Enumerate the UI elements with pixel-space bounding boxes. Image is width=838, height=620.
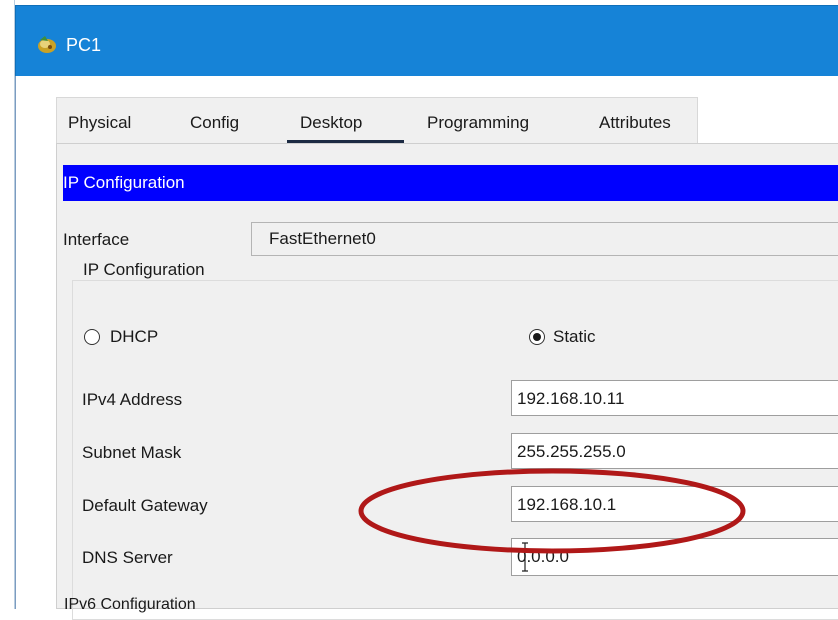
group-title: IP Configuration <box>79 260 209 280</box>
client-area: Physical Config Desktop Programming Attr… <box>15 76 838 620</box>
subnet-mask-label: Subnet Mask <box>82 443 182 462</box>
static-label[interactable]: Static <box>553 327 596 347</box>
dhcp-radio[interactable] <box>84 329 100 345</box>
ipv4-address-input[interactable]: 192.168.10.11 <box>511 380 838 416</box>
pc-app-icon <box>38 36 56 53</box>
dns-server-label: DNS Server <box>82 548 173 567</box>
radio-selected-dot <box>533 333 541 341</box>
title-bar[interactable]: PC1 <box>15 5 838 76</box>
tab-programming[interactable]: Programming <box>427 113 529 133</box>
static-radio[interactable] <box>529 329 545 345</box>
tab-desktop[interactable]: Desktop <box>300 113 362 133</box>
default-gateway-value: 192.168.10.1 <box>517 495 617 514</box>
tab-config[interactable]: Config <box>190 113 239 133</box>
ipv6-configuration-label-partial: IPv6 Configuration <box>64 596 196 613</box>
default-gateway-label: Default Gateway <box>82 496 208 515</box>
window-title: PC1 <box>66 35 102 55</box>
tab-attributes[interactable]: Attributes <box>599 113 671 133</box>
ipv4-address-value: 192.168.10.11 <box>517 389 625 408</box>
dhcp-label[interactable]: DHCP <box>110 327 158 347</box>
dns-server-input[interactable]: 0.0.0.0 <box>511 538 838 576</box>
ipv4-address-label: IPv4 Address <box>82 390 183 409</box>
subnet-mask-value: 255.255.255.0 <box>517 442 626 461</box>
tab-strip: Physical Config Desktop Programming Attr… <box>56 97 698 144</box>
interface-value: FastEthernet0 <box>269 229 376 248</box>
interface-select[interactable]: FastEthernet0 <box>251 222 838 256</box>
window-left-edge <box>0 0 15 609</box>
pc1-window: PC1 Physical Config Desktop Programming … <box>0 0 838 620</box>
interface-label: Interface <box>63 230 130 249</box>
default-gateway-input[interactable]: 192.168.10.1 <box>511 486 838 522</box>
text-cursor-icon <box>522 542 528 572</box>
ip-configuration-header: IP Configuration <box>63 165 838 201</box>
tab-physical[interactable]: Physical <box>68 113 131 133</box>
subnet-mask-input[interactable]: 255.255.255.0 <box>511 433 838 469</box>
